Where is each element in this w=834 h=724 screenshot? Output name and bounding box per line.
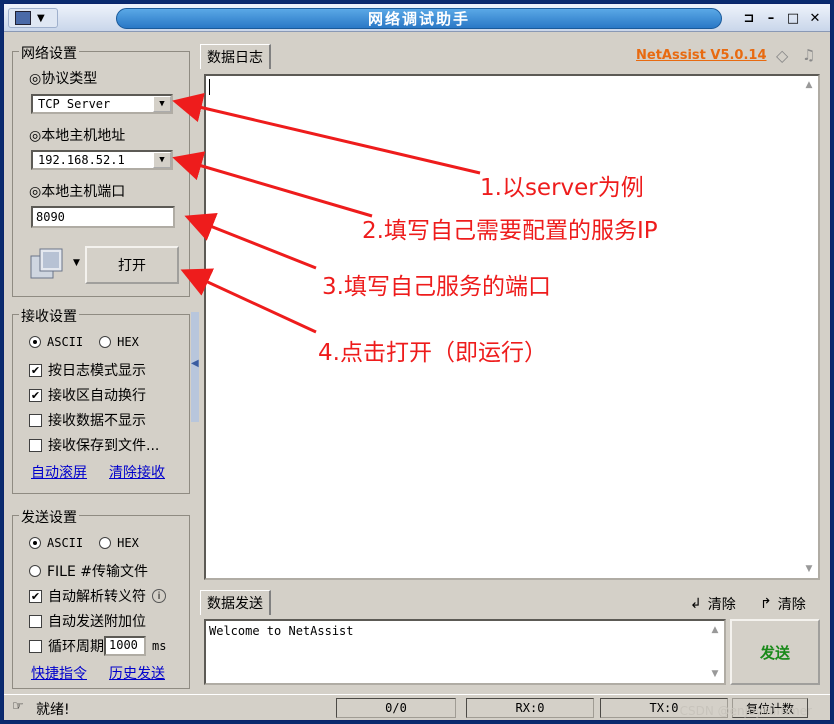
title-bar: ▼ 网络调试助手 ⊐ – □ ✕ <box>4 4 830 32</box>
send-settings-group: 发送设置 ASCII HEX FILE #传输文件 ✔ 自动解析转义符 i 自动… <box>12 507 190 689</box>
clear-up-icon: ↱ <box>760 596 772 612</box>
port-label: ◎本地主机端口 <box>29 184 126 200</box>
chevron-down-icon[interactable]: ▼ <box>153 152 171 168</box>
annotation-2: 2.填写自己需要配置的服务IP <box>362 218 658 244</box>
send-ascii-label: ASCII <box>47 536 84 550</box>
loop-unit: ms <box>152 639 167 653</box>
receive-settings-group: 接收设置 ASCII HEX ✔ 按日志模式显示 ✔ 接收区自动换行 接收数据不… <box>12 306 190 494</box>
send-file-label: FILE #传输文件 <box>47 564 149 580</box>
send-text-area[interactable]: Welcome to NetAssist ▲ ▼ <box>204 619 726 685</box>
data-log-area[interactable]: ▲ ▼ <box>204 74 820 580</box>
status-ready: 就绪! <box>36 702 70 718</box>
maximize-button[interactable]: □ <box>784 9 802 27</box>
host-label: ◎本地主机地址 <box>29 128 126 144</box>
loop-label: 循环周期 <box>48 639 104 655</box>
scroll-down-icon[interactable]: ▼ <box>706 665 724 683</box>
log-mode-label: 按日志模式显示 <box>48 363 146 379</box>
send-scrollbar[interactable]: ▲ ▼ <box>706 621 724 683</box>
protocol-label: ◎协议类型 <box>29 71 98 87</box>
parse-escape-checkbox[interactable]: ✔ <box>29 589 42 603</box>
tab-data-send[interactable]: 数据发送 <box>200 590 271 615</box>
scroll-up-icon[interactable]: ▲ <box>706 621 724 639</box>
clear-receive-link[interactable]: 清除接收 <box>109 462 165 482</box>
hide-data-checkbox[interactable] <box>29 413 42 427</box>
bell-icon[interactable]: ♫ <box>802 46 815 64</box>
system-menu[interactable]: ▼ <box>8 8 58 28</box>
hide-data-label: 接收数据不显示 <box>48 413 146 429</box>
parse-escape-label: 自动解析转义符 <box>48 589 146 605</box>
send-settings-title: 发送设置 <box>19 507 79 527</box>
receive-hex-radio[interactable] <box>99 336 112 348</box>
network-settings-title: 网络设置 <box>19 43 79 63</box>
host-select[interactable]: 192.168.52.1 ▼ <box>31 150 173 170</box>
shortcut-commands-link[interactable]: 快捷指令 <box>31 663 87 683</box>
send-hex-label: HEX <box>117 536 139 550</box>
receive-ascii-label: ASCII <box>47 335 84 349</box>
panel-collapse-handle[interactable]: ◀ <box>191 312 199 422</box>
minimize-button[interactable]: – <box>762 9 780 27</box>
info-icon[interactable]: i <box>152 589 166 603</box>
send-history-link[interactable]: 历史发送 <box>109 663 165 683</box>
send-ascii-radio[interactable] <box>29 537 41 549</box>
computer-icon <box>15 11 31 25</box>
window-title: 网络调试助手 <box>116 8 722 29</box>
scroll-down-icon[interactable]: ▼ <box>800 560 818 578</box>
watermark: CSDN @enjoysummer <box>679 704 812 718</box>
close-button[interactable]: ✕ <box>806 9 824 27</box>
send-file-radio[interactable] <box>29 565 41 577</box>
save-to-file-label: 接收保存到文件... <box>48 438 160 454</box>
clear-send-button[interactable]: 清除 <box>708 594 736 614</box>
status-count: 0/0 <box>336 698 456 718</box>
auto-wrap-checkbox[interactable]: ✔ <box>29 388 42 402</box>
loop-period-input[interactable]: 1000 <box>104 636 146 656</box>
pin-icon[interactable]: ⊐ <box>740 9 758 27</box>
version-brand-link[interactable]: NetAssist V5.0.14 <box>636 48 767 63</box>
append-bits-checkbox[interactable] <box>29 614 42 628</box>
chevron-down-icon[interactable]: ▼ <box>153 96 171 112</box>
diamond-icon[interactable]: ◇ <box>776 46 788 65</box>
scroll-up-icon[interactable]: ▲ <box>800 76 818 94</box>
connection-icon[interactable] <box>29 246 67 284</box>
clear-all-button[interactable]: 清除 <box>778 594 806 614</box>
chevron-left-icon: ◀ <box>191 358 199 369</box>
chevron-down-icon[interactable]: ▼ <box>73 258 80 268</box>
receive-hex-label: HEX <box>117 335 139 349</box>
clear-down-icon: ↲ <box>690 596 702 612</box>
annotation-1: 1.以server为例 <box>480 175 644 201</box>
network-settings-group: 网络设置 ◎协议类型 TCP Server ▼ ◎本地主机地址 192.168.… <box>12 43 190 297</box>
send-button[interactable]: 发送 <box>730 619 820 685</box>
save-to-file-checkbox[interactable] <box>29 438 42 452</box>
port-input[interactable]: 8090 <box>31 206 175 228</box>
protocol-value: TCP Server <box>38 97 111 111</box>
annotation-4: 4.点击打开（即运行） <box>318 340 547 366</box>
receive-settings-title: 接收设置 <box>19 306 79 326</box>
append-bits-label: 自动发送附加位 <box>48 614 146 630</box>
receive-ascii-radio[interactable] <box>29 336 41 348</box>
auto-scroll-link[interactable]: 自动滚屏 <box>31 462 87 482</box>
tab-data-log[interactable]: 数据日志 <box>200 44 271 69</box>
chevron-down-icon: ▼ <box>37 12 45 24</box>
send-hex-radio[interactable] <box>99 537 112 549</box>
send-text: Welcome to NetAssist <box>209 624 354 638</box>
hand-icon: ☞ <box>12 699 24 714</box>
status-rx: RX:0 <box>466 698 594 718</box>
protocol-select[interactable]: TCP Server ▼ <box>31 94 173 114</box>
log-mode-checkbox[interactable]: ✔ <box>29 363 42 377</box>
loop-checkbox[interactable] <box>29 639 42 653</box>
host-value: 192.168.52.1 <box>38 153 125 167</box>
log-scrollbar[interactable]: ▲ ▼ <box>800 76 818 578</box>
annotation-3: 3.填写自己服务的端口 <box>322 274 551 300</box>
open-button[interactable]: 打开 <box>85 246 179 284</box>
auto-wrap-label: 接收区自动换行 <box>48 388 146 404</box>
text-cursor <box>209 79 210 95</box>
